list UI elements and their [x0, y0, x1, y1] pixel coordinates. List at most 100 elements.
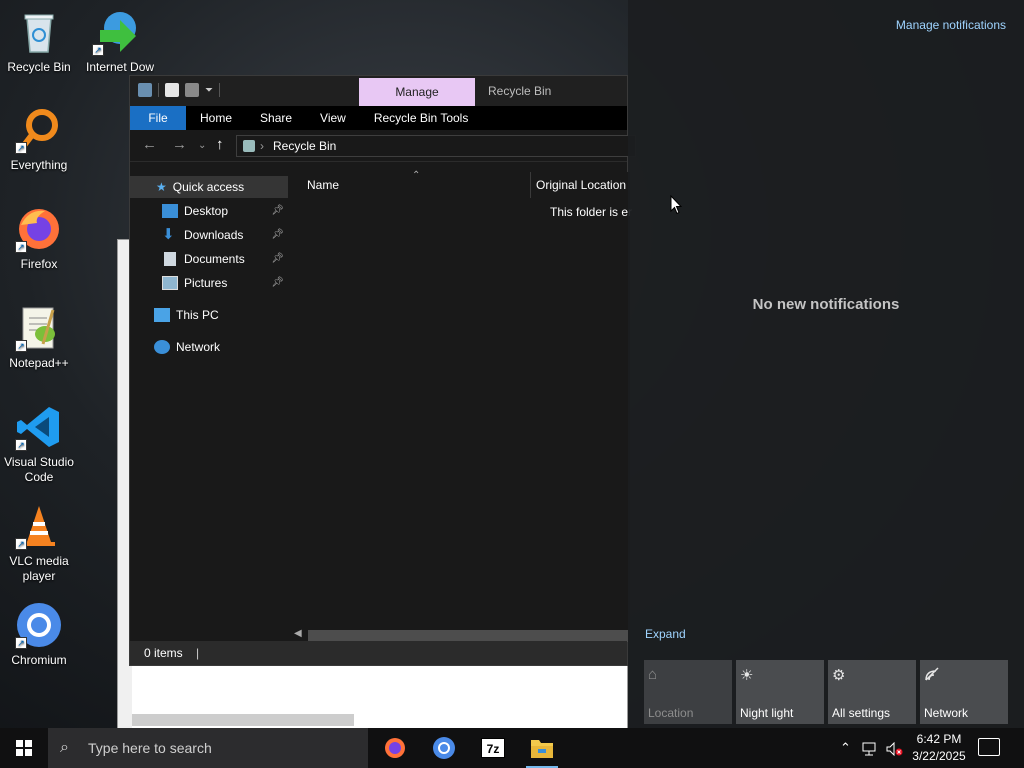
volume-muted-icon[interactable] — [886, 728, 904, 768]
file-list[interactable]: Name ⌃ Original Location This folder is … — [290, 170, 632, 642]
nav-item-desktop[interactable]: Desktop 📌︎ — [130, 200, 288, 222]
action-center-button[interactable] — [978, 738, 1000, 756]
address-row: ← → ⌄ ↑ › Recycle Bin — [130, 130, 636, 162]
properties-icon[interactable] — [165, 83, 179, 97]
clock-time: 6:42 PM — [916, 732, 962, 746]
shortcut-arrow-icon: ↗ — [15, 439, 27, 451]
breadcrumb-chevron-icon[interactable]: › — [260, 136, 264, 156]
taskbar-clock[interactable]: 6:42 PM 3/22/2025 — [908, 731, 970, 765]
ribbon-tabs: File Home Share View Recycle Bin Tools — [130, 106, 627, 130]
scroll-left-arrow-icon[interactable]: ◀ — [294, 628, 302, 639]
horizontal-scrollbar[interactable]: ◀ — [290, 628, 628, 642]
forward-arrow-icon[interactable]: → — [172, 136, 187, 153]
search-icon: ⌕ — [60, 739, 69, 756]
nav-label: Documents — [184, 252, 245, 266]
shortcut-arrow-icon: ↗ — [15, 340, 27, 352]
desktop-icon-internet-download[interactable]: ↗ Internet Downlo — [78, 8, 154, 75]
tab-view[interactable]: View — [306, 106, 360, 130]
desktop-icon-label: Visual Studio Code — [4, 455, 74, 484]
tab-file[interactable]: File — [130, 106, 186, 130]
taskbar: ⌕ Type here to search 7z ⌃ 6:42 PM 3/22/… — [0, 728, 1024, 768]
item-count: 0 items — [144, 646, 183, 660]
firefox-icon — [385, 738, 405, 758]
taskbar-app-7zip[interactable]: 7z — [473, 732, 513, 764]
quick-action-label: Network — [924, 706, 969, 720]
manage-notifications-link[interactable]: Manage notifications — [896, 18, 1006, 32]
show-hidden-icons-chevron-icon[interactable]: ⌃ — [840, 728, 851, 768]
desktop-icon-everything[interactable]: ↗ Everything — [0, 106, 78, 173]
pin-icon[interactable]: 📌︎ — [271, 248, 284, 270]
desktop-icon-vscode[interactable]: ↗ Visual Studio Code — [0, 403, 78, 485]
tab-home[interactable]: Home — [186, 106, 246, 130]
nav-item-documents[interactable]: Documents 📌︎ — [130, 248, 288, 270]
search-placeholder: Type here to search — [88, 740, 212, 756]
desktop-icon-vlc[interactable]: ↗ VLC media player — [0, 502, 78, 584]
pin-icon[interactable]: 📌︎ — [271, 224, 284, 246]
nav-quick-access[interactable]: ★ Quick access — [130, 176, 288, 198]
desktop-icon-firefox[interactable]: ↗ Firefox — [0, 205, 78, 272]
navigation-pane: ★ Quick access Desktop 📌︎ ⬇ Downloads 📌︎… — [130, 172, 288, 642]
file-explorer-window[interactable]: ⏷ Manage Recycle Bin File Home Share Vie… — [129, 75, 636, 666]
taskbar-app-file-explorer[interactable] — [522, 732, 562, 768]
customize-toolbar-icon[interactable]: ⏷ — [205, 85, 213, 96]
background-window-scrollbar[interactable] — [132, 714, 354, 726]
tab-share[interactable]: Share — [246, 106, 306, 130]
network-status-icon[interactable] — [862, 728, 878, 768]
start-button[interactable] — [0, 728, 48, 768]
up-arrow-icon[interactable]: ↑ — [216, 136, 224, 153]
quick-action-all-settings[interactable]: ⚙ All settings — [828, 660, 916, 724]
pictures-icon — [162, 276, 178, 290]
toolbar-separator — [158, 83, 159, 97]
quick-action-network[interactable]: Network — [920, 660, 1008, 724]
nav-network[interactable]: Network — [130, 336, 288, 358]
quick-action-label: Location — [648, 706, 694, 720]
toolbar-separator — [219, 83, 220, 97]
desktop-icon-notepad-plus[interactable]: ↗ Notepad++ — [0, 304, 78, 371]
pin-icon[interactable]: 📌︎ — [271, 200, 284, 222]
notepad-plus-icon: ↗ — [15, 304, 63, 352]
nav-label: Downloads — [184, 228, 244, 242]
address-bar[interactable]: › Recycle Bin — [236, 135, 636, 157]
pin-icon[interactable]: 📌︎ — [271, 272, 284, 294]
seven-zip-icon: 7z — [481, 738, 505, 758]
desktop-icon-recycle-bin[interactable]: Recycle Bin — [0, 8, 78, 75]
desktop-icon-label: Chromium — [11, 653, 67, 667]
sort-ascending-icon: ⌃ — [412, 170, 421, 181]
taskbar-app-firefox[interactable] — [375, 732, 415, 764]
status-separator: | — [196, 646, 200, 660]
computer-icon — [154, 308, 170, 322]
chromium-icon: ↗ — [15, 601, 63, 649]
shortcut-arrow-icon: ↗ — [92, 44, 104, 56]
nav-this-pc[interactable]: This PC — [130, 304, 288, 326]
desktop-icon — [162, 204, 178, 218]
status-bar: 0 items | — [130, 641, 627, 665]
quick-action-location[interactable]: ⌂ Location — [644, 660, 732, 724]
title-bar[interactable]: ⏷ Manage Recycle Bin — [130, 76, 627, 106]
nav-label: Pictures — [184, 276, 228, 290]
document-icon — [164, 252, 176, 266]
recent-locations-chevron-icon[interactable]: ⌄ — [198, 140, 206, 151]
taskbar-search-box[interactable]: ⌕ Type here to search — [48, 728, 368, 768]
back-arrow-icon[interactable]: ← — [142, 136, 157, 153]
internet-download-manager-icon: ↗ — [92, 8, 140, 56]
column-divider[interactable] — [530, 172, 531, 198]
desktop-icon-chromium[interactable]: ↗ Chromium — [0, 601, 78, 668]
location-icon: ⌂ — [648, 666, 658, 683]
new-folder-icon[interactable] — [185, 83, 199, 97]
tab-manage[interactable]: Manage — [359, 78, 475, 106]
column-header-name[interactable]: Name — [307, 172, 339, 198]
quick-action-night-light[interactable]: ☀ Night light — [736, 660, 824, 724]
taskbar-app-chromium[interactable] — [424, 732, 464, 764]
expand-link[interactable]: Expand — [645, 627, 686, 641]
shortcut-arrow-icon: ↗ — [15, 142, 27, 154]
nav-item-downloads[interactable]: ⬇ Downloads 📌︎ — [130, 224, 288, 246]
nav-item-pictures[interactable]: Pictures 📌︎ — [130, 272, 288, 294]
breadcrumb-recycle-bin[interactable]: Recycle Bin — [273, 139, 336, 153]
network-icon — [924, 666, 1004, 686]
column-header-original-location[interactable]: Original Location — [536, 172, 626, 198]
magnifier-icon: ↗ — [15, 106, 63, 154]
gear-icon: ⚙ — [832, 667, 846, 684]
action-center-panel: Manage notifications No new notification… — [628, 0, 1024, 728]
tab-recycle-bin-tools[interactable]: Recycle Bin Tools — [360, 106, 483, 130]
nav-label: Desktop — [184, 204, 229, 218]
